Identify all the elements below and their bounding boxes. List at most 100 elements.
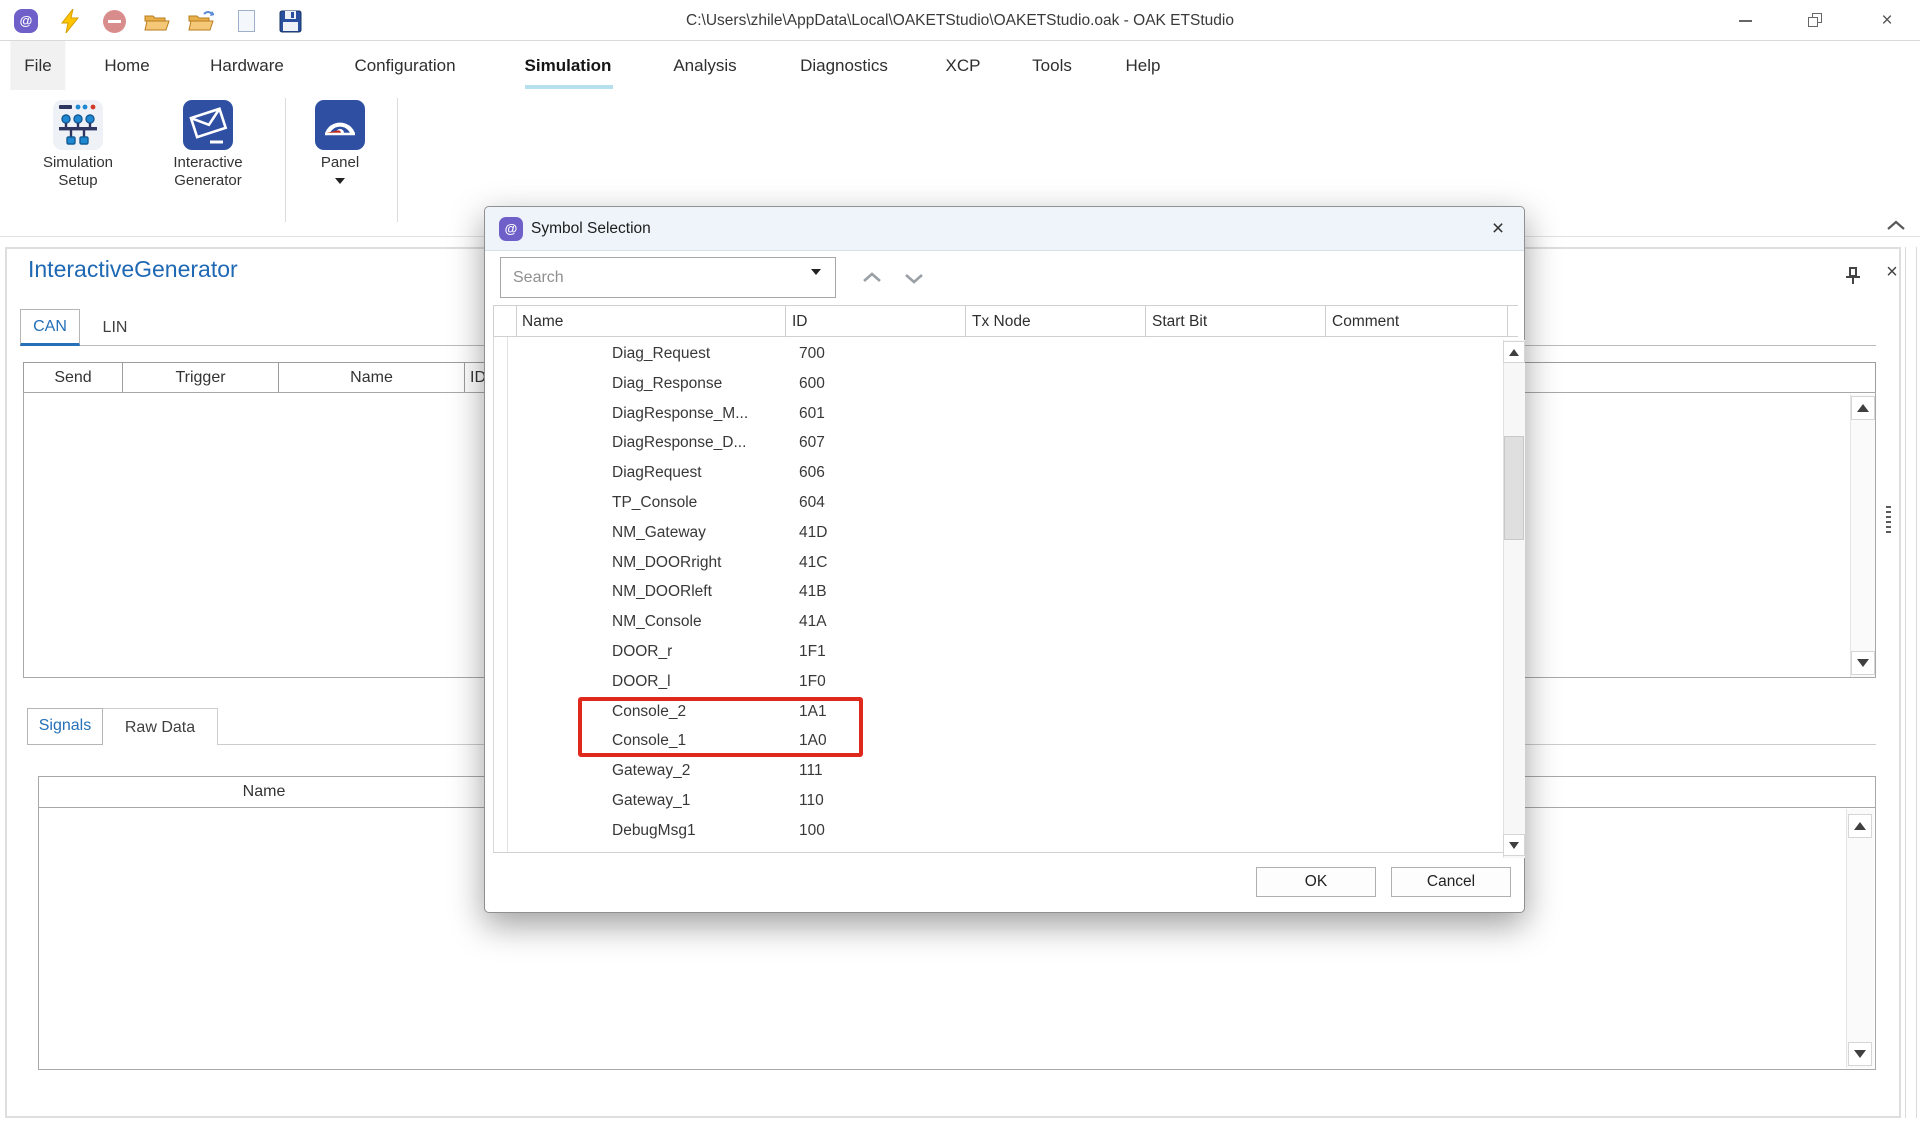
table-row[interactable]: DOOR_l1F0: [493, 667, 1503, 697]
scroll-up-button[interactable]: [1503, 341, 1525, 363]
symbol-table-scrollbar[interactable]: [1503, 340, 1525, 858]
tab-can[interactable]: CAN: [20, 309, 80, 346]
table-row[interactable]: NM_Console41A: [493, 607, 1503, 637]
panel-button[interactable]: Panel: [285, 98, 395, 228]
table-row[interactable]: DebugMsg1100: [493, 816, 1503, 846]
ribbon-collapse-chevron-icon[interactable]: [1884, 218, 1910, 236]
symbol-name: DebugMsg1: [612, 816, 696, 846]
dialog-title: Symbol Selection: [531, 207, 651, 251]
table-row[interactable]: Console_2 1A1: [493, 697, 1503, 727]
symbol-id: 1F0: [799, 667, 826, 697]
column-separator[interactable]: [1325, 306, 1326, 337]
menu-item-file[interactable]: File: [10, 41, 65, 90]
menu-item-simulation[interactable]: Simulation: [511, 41, 626, 90]
table-row[interactable]: TP_Console604: [493, 488, 1503, 518]
panel-edge: [1905, 247, 1906, 1118]
symbol-column-id[interactable]: ID: [792, 306, 808, 337]
symbol-id: 700: [799, 339, 825, 369]
symbol-id: 607: [799, 428, 825, 458]
table-row[interactable]: DiagRequest606: [493, 458, 1503, 488]
pin-icon[interactable]: [1843, 266, 1863, 286]
signals-table-scrollbar[interactable]: [1846, 809, 1874, 1068]
symbol-id: 41D: [799, 518, 827, 548]
scroll-down-button[interactable]: [1848, 1042, 1872, 1066]
column-separator[interactable]: [1145, 306, 1146, 337]
column-separator[interactable]: [785, 306, 786, 337]
dialog-title-bar[interactable]: @ Symbol Selection ×: [485, 207, 1524, 251]
table-row[interactable]: NM_DOORright41C: [493, 548, 1503, 578]
message-table-scrollbar[interactable]: [1850, 394, 1875, 677]
symbol-name: NM_Console: [612, 607, 702, 637]
scroll-up-button[interactable]: [1851, 396, 1875, 420]
menu-item-analysis[interactable]: Analysis: [659, 41, 750, 90]
column-separator[interactable]: [965, 306, 966, 337]
cancel-button[interactable]: Cancel: [1391, 867, 1511, 897]
ok-button[interactable]: OK: [1256, 867, 1376, 897]
active-menu-underline: [525, 85, 613, 89]
menu-item-hardware[interactable]: Hardware: [196, 41, 298, 90]
symbol-id: 1A1: [799, 697, 827, 727]
find-next-button[interactable]: [897, 263, 931, 293]
interactive-generator-button[interactable]: InteractiveGenerator: [153, 98, 263, 228]
symbol-table-rows: Diag_Request700Diag_Response600DiagRespo…: [493, 339, 1503, 846]
symbol-name: DOOR_r: [612, 637, 672, 667]
symbol-column-tx-node[interactable]: Tx Node: [972, 306, 1031, 337]
close-button[interactable]: ×: [1859, 0, 1915, 41]
menu-item-configuration[interactable]: Configuration: [340, 41, 469, 90]
panel-icon: [315, 100, 365, 150]
column-separator[interactable]: [1507, 306, 1508, 337]
find-previous-button[interactable]: [855, 263, 889, 293]
simulation-setup-button[interactable]: SimulationSetup: [23, 98, 133, 228]
symbol-name: Diag_Response: [612, 369, 722, 399]
tab-signals[interactable]: Signals: [27, 708, 103, 745]
scroll-up-button[interactable]: [1848, 814, 1872, 838]
symbol-column-comment[interactable]: Comment: [1332, 306, 1399, 337]
symbol-name: Console_2: [612, 697, 686, 727]
interactive-generator-icon: [183, 100, 233, 150]
panel-close-icon[interactable]: ×: [1880, 260, 1904, 284]
menu-item-xcp[interactable]: XCP: [932, 41, 995, 90]
table-row[interactable]: Diag_Response600: [493, 369, 1503, 399]
symbol-id: 41B: [799, 577, 827, 607]
symbol-name: Gateway_1: [612, 786, 690, 816]
restore-button[interactable]: [1788, 0, 1844, 41]
table-row[interactable]: NM_DOORleft 41B: [493, 577, 1503, 607]
symbol-id: 604: [799, 488, 825, 518]
table-row[interactable]: DOOR_r1F1: [493, 637, 1503, 667]
scrollbar-thumb[interactable]: [1504, 436, 1524, 540]
message-column-name: Name: [279, 363, 465, 392]
dialog-close-icon[interactable]: ×: [1484, 215, 1512, 243]
symbol-id: 110: [799, 786, 824, 816]
panel-dropdown-caret[interactable]: [285, 178, 395, 184]
search-combobox[interactable]: Search: [500, 257, 836, 298]
table-row[interactable]: Gateway_1 110: [493, 786, 1503, 816]
menu-item-tools[interactable]: Tools: [1018, 41, 1086, 90]
table-row[interactable]: Diag_Request700: [493, 339, 1503, 369]
table-row[interactable]: DiagResponse_M...601: [493, 399, 1503, 429]
dropdown-arrow-icon[interactable]: [811, 275, 821, 293]
message-column-send: Send: [24, 363, 123, 392]
symbol-column-start-bit[interactable]: Start Bit: [1152, 306, 1207, 337]
splitter-grip[interactable]: [1886, 506, 1891, 536]
menu-item-help[interactable]: Help: [1112, 41, 1175, 90]
table-row[interactable]: DiagResponse_D... 607: [493, 428, 1503, 458]
signals-column-name: Name: [39, 777, 489, 807]
tab-lin[interactable]: LIN: [80, 309, 150, 346]
table-row[interactable]: Gateway_2111: [493, 756, 1503, 786]
scroll-down-button[interactable]: [1851, 651, 1875, 675]
tab-raw-data[interactable]: Raw Data: [103, 708, 218, 745]
column-separator[interactable]: [516, 306, 517, 337]
symbol-name: NM_DOORleft: [612, 577, 712, 607]
panel-title: InteractiveGenerator: [28, 256, 238, 283]
table-row[interactable]: Console_11A0: [493, 726, 1503, 756]
minimize-button[interactable]: [1717, 0, 1773, 41]
grid-border: [493, 852, 1518, 853]
symbol-column-name[interactable]: Name: [522, 306, 563, 337]
menu-item-home[interactable]: Home: [90, 41, 163, 90]
symbol-name: DiagResponse_D...: [612, 428, 746, 458]
table-row[interactable]: NM_Gateway41D: [493, 518, 1503, 548]
scroll-down-button[interactable]: [1503, 834, 1525, 856]
menu-item-diagnostics[interactable]: Diagnostics: [786, 41, 902, 90]
symbol-name: Console_1: [612, 726, 686, 756]
symbol-id: 41C: [799, 548, 827, 578]
